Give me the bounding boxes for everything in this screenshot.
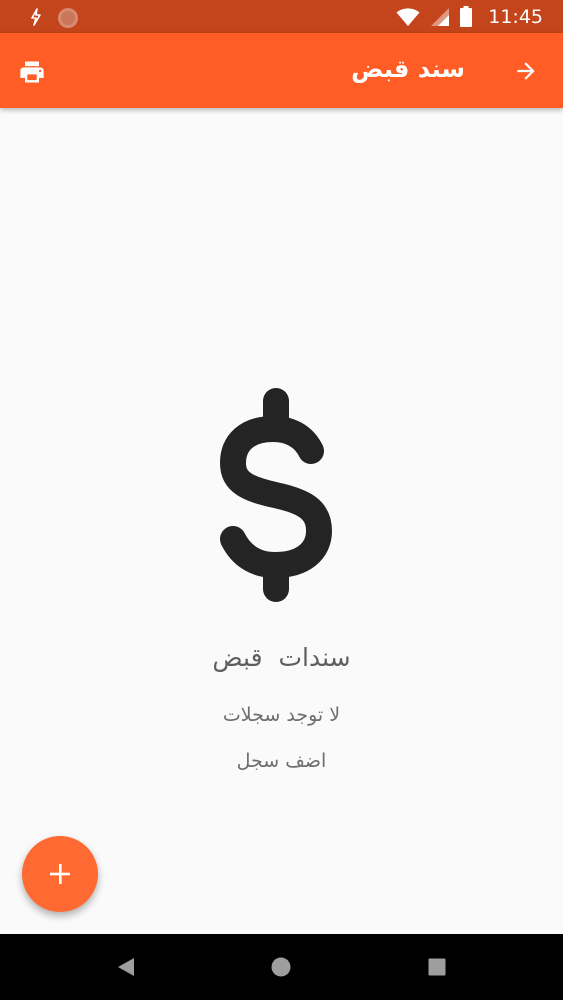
add-button[interactable]: [22, 836, 98, 912]
app-notification-icon: [58, 8, 78, 28]
page-title: سند قبض: [351, 55, 465, 83]
status-time: 11:45: [488, 5, 543, 28]
back-triangle-icon[interactable]: [114, 955, 138, 979]
empty-state-subtitle: لا توجد سجلات: [222, 704, 341, 726]
empty-state-title: سندات قبض: [212, 643, 351, 672]
arrow-forward-icon[interactable]: [513, 58, 539, 84]
battery-icon: [460, 6, 473, 27]
signal-icon: [431, 7, 450, 26]
status-icons: 11:45: [396, 0, 543, 33]
home-circle-icon[interactable]: [269, 955, 293, 979]
status-bar: 11:45: [0, 0, 563, 33]
navigation-bar: [0, 934, 563, 1000]
add-record-link[interactable]: اضف سجل: [0, 750, 563, 772]
plus-icon: [50, 864, 70, 884]
recents-square-icon[interactable]: [425, 955, 449, 979]
dollar-icon: [220, 388, 332, 602]
wifi-icon: [396, 7, 420, 26]
notification-icon: [31, 8, 41, 26]
app-bar: سند قبض: [0, 33, 563, 108]
print-icon[interactable]: [18, 58, 46, 86]
